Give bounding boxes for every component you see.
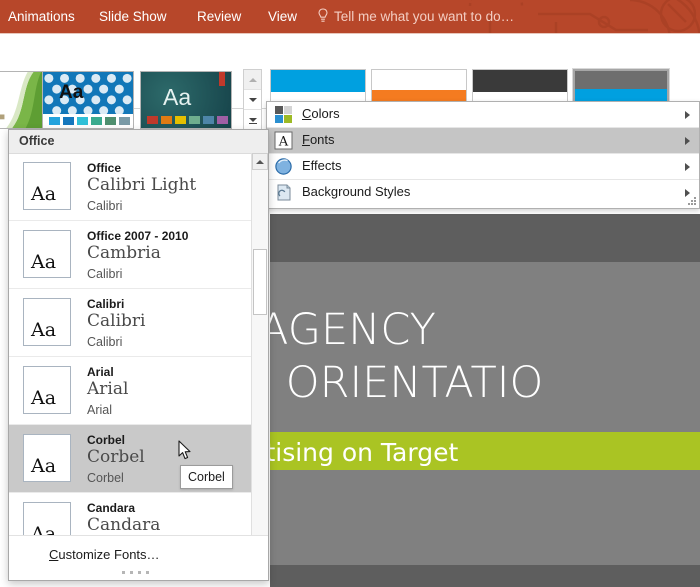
fonts-panel-footer: Customize Fonts… [9, 535, 268, 580]
svg-text:A: A [278, 135, 289, 150]
font-row-major: Corbel [87, 447, 145, 467]
lightbulb-icon [318, 8, 328, 25]
resize-grip-icon[interactable] [688, 197, 697, 206]
font-preview-swatch: Aa [23, 434, 71, 482]
themes-gallery-more[interactable] [244, 110, 261, 130]
slide-bottom-band [270, 565, 700, 587]
font-row-name: Candara [87, 501, 135, 515]
font-row-office-2007-2010[interactable]: Aa Office 2007 - 2010 Cambria Calibri [9, 221, 251, 288]
ribbon-tab-bar: Animations Slide Show Review View Tell m… [0, 0, 700, 33]
customize-fonts-label: ustomize Fonts… [58, 547, 159, 562]
font-swatch-text: Aa [31, 455, 56, 477]
ribbon-body: Aa Aa [0, 33, 700, 109]
font-row-minor: Arial [87, 403, 112, 417]
font-row-major: Calibri Light [87, 175, 196, 195]
themes-gallery-scroll-down[interactable] [244, 90, 261, 110]
theme-thumbnail-aa-label: Aa [59, 82, 83, 104]
font-row-name: Calibri [87, 297, 124, 311]
font-preview-swatch: Aa [23, 298, 71, 346]
fonts-panel-scrollbar[interactable] [251, 153, 268, 560]
theme-variants-dropdown: Colors A Fonts Effects [266, 101, 700, 209]
menu-item-background-styles-label: Background Styles [302, 184, 410, 199]
menu-item-effects[interactable]: Effects [267, 154, 699, 179]
slide-title-line1: RKS AGENCY [270, 304, 700, 357]
font-row-name: Office 2007 - 2010 [87, 229, 188, 243]
slide-top-band [270, 214, 700, 262]
font-swatch-text: Aa [31, 183, 56, 205]
ribbon-tab-slide-show[interactable]: Slide Show [93, 0, 173, 33]
fonts-scrollbar-thumb[interactable] [253, 249, 267, 315]
chevron-right-icon [685, 189, 690, 197]
fonts-panel-group-label: Office [19, 134, 54, 148]
effects-circle-icon [274, 157, 293, 176]
font-swatch-text: Aa [31, 319, 56, 341]
slide-canvas[interactable]: RKS AGENCY OYEE ORIENTATIO vertising on … [270, 214, 700, 587]
font-row-arial[interactable]: Aa Arial Arial Arial [9, 357, 251, 424]
background-styles-icon [274, 183, 293, 202]
themes-gallery-scroll-buttons[interactable] [243, 69, 262, 131]
font-row-minor: Calibri [87, 267, 122, 281]
theme-thumbnail-aa-label: Aa [163, 84, 191, 111]
menu-item-fonts[interactable]: A Fonts [267, 128, 699, 153]
font-row-minor: Corbel [87, 471, 124, 485]
colors-grid-icon [274, 105, 293, 124]
tell-me-search[interactable]: Tell me what you want to do… [334, 0, 514, 33]
resize-grip-dots[interactable] [122, 571, 156, 575]
font-preview-swatch: Aa [23, 502, 71, 537]
menu-item-fonts-label: Fonts [302, 132, 335, 147]
theme-fonts-panel: Office Aa Office Calibri Light Calibri A… [8, 129, 269, 581]
theme-thumbnail-blue-pattern[interactable]: Aa [42, 71, 134, 129]
font-preview-swatch: Aa [23, 230, 71, 278]
font-a-icon: A [274, 131, 293, 150]
chevron-right-icon [685, 137, 690, 145]
font-row-major: Cambria [87, 243, 161, 263]
font-row-minor: Calibri [87, 199, 122, 213]
font-row-name: Corbel [87, 433, 125, 447]
ribbon-tab-view[interactable]: View [262, 0, 303, 33]
ribbon-tab-animations[interactable]: Animations [2, 0, 81, 33]
font-tooltip: Corbel [180, 465, 233, 489]
font-row-major: Arial [87, 379, 128, 399]
ribbon-tab-review[interactable]: Review [191, 0, 247, 33]
font-swatch-text: Aa [31, 251, 56, 273]
theme-thumbnail-teal[interactable]: Aa [140, 71, 232, 129]
theme-thumbnail-green[interactable] [0, 71, 48, 129]
chevron-right-icon [685, 163, 690, 171]
font-row-major: Candara [87, 515, 160, 535]
font-row-calibri[interactable]: Aa Calibri Calibri Calibri [9, 289, 251, 356]
customize-fonts-button[interactable]: Customize Fonts… [49, 547, 160, 562]
slide-title[interactable]: RKS AGENCY OYEE ORIENTATIO [270, 304, 700, 410]
font-row-major: Calibri [87, 311, 145, 331]
font-row-name: Office [87, 161, 121, 175]
themes-gallery-scroll-up[interactable] [244, 70, 261, 90]
fonts-scroll-up-button[interactable] [252, 153, 268, 170]
font-row-office[interactable]: Aa Office Calibri Light Calibri [9, 153, 251, 220]
menu-item-fonts-text: onts [310, 132, 335, 147]
menu-item-colors-text: olors [311, 106, 339, 121]
slide-title-line2: OYEE ORIENTATIO [270, 357, 700, 410]
menu-item-background-styles[interactable]: Background Styles [267, 180, 699, 205]
font-preview-swatch: Aa [23, 162, 71, 210]
slide-subtitle[interactable]: vertising on Target [270, 438, 700, 467]
mouse-pointer-icon [178, 440, 192, 461]
menu-item-colors-label: Colors [302, 106, 340, 121]
font-row-candara[interactable]: Aa Candara Candara Candara [9, 493, 251, 537]
font-row-minor: Calibri [87, 335, 122, 349]
font-swatch-text: Aa [31, 387, 56, 409]
menu-item-colors[interactable]: Colors [267, 102, 699, 127]
menu-item-effects-label: Effects [302, 158, 342, 173]
font-preview-swatch: Aa [23, 366, 71, 414]
chevron-right-icon [685, 111, 690, 119]
fonts-panel-header: Office [9, 130, 268, 154]
font-row-name: Arial [87, 365, 114, 379]
